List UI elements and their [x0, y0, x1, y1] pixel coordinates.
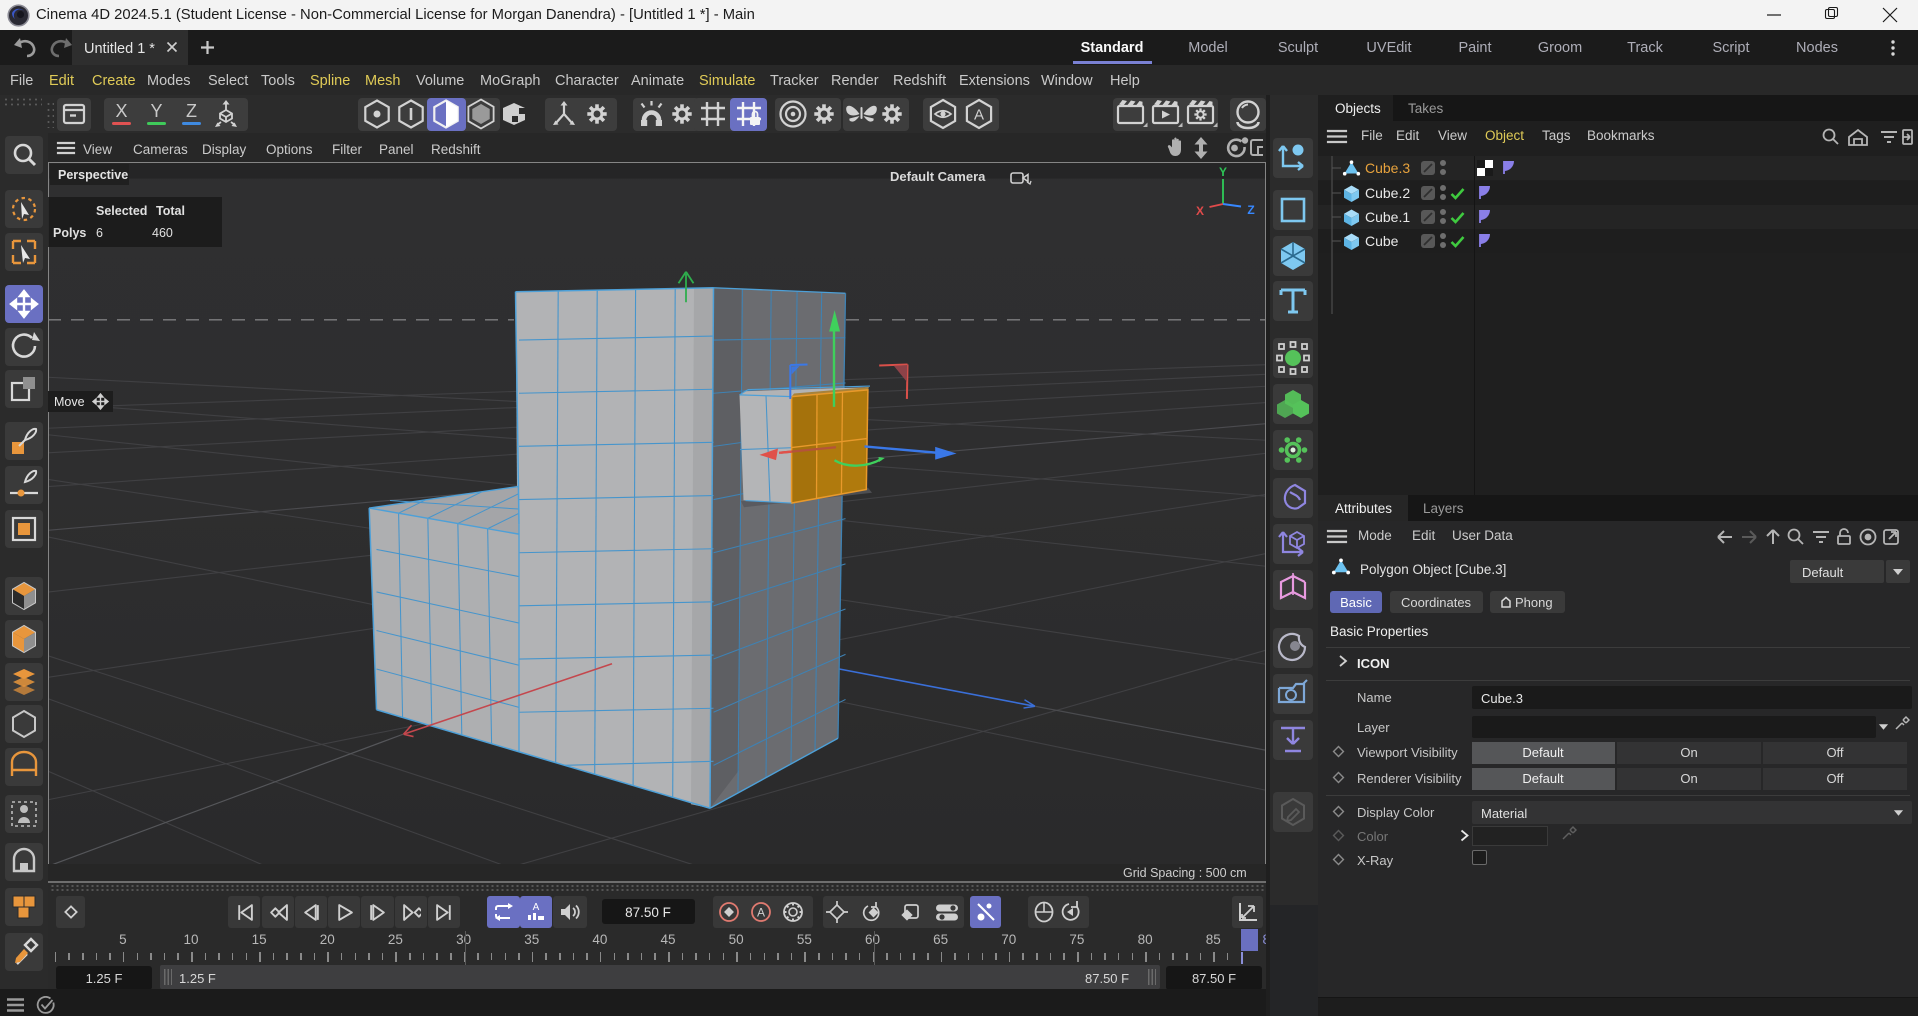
svg-text:Z: Z	[1247, 203, 1254, 217]
svg-text:Y: Y	[1219, 165, 1227, 179]
svg-text:X: X	[1196, 204, 1204, 218]
svg-text:A: A	[533, 902, 540, 913]
svg-text:A: A	[974, 107, 984, 124]
svg-text:A: A	[757, 905, 765, 919]
